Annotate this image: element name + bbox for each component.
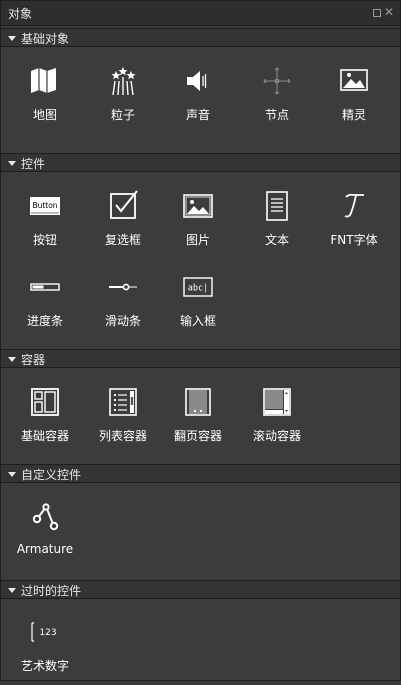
text-document-icon <box>260 189 294 223</box>
object-item-node[interactable]: 节点 <box>238 64 316 134</box>
widget-item-fnt-font[interactable]: FNT字体 <box>315 189 393 259</box>
widget-item-slider[interactable]: 滑动条 <box>84 270 162 340</box>
pageview-icon <box>181 385 215 419</box>
restore-icon[interactable] <box>373 9 381 17</box>
atlas-number-icon: 123 <box>28 615 62 649</box>
collapse-triangle-icon <box>8 472 16 477</box>
section-header-deprecated-widgets[interactable]: 过时的控件 <box>1 580 400 599</box>
object-item-audio[interactable]: 声音 <box>159 64 237 134</box>
scrollview-icon <box>260 385 294 419</box>
item-label: 滚动容器 <box>252 429 301 443</box>
container-item-panel[interactable]: 基础容器 <box>6 385 84 455</box>
widget-item-text[interactable]: 文本 <box>238 189 316 259</box>
item-label: 输入框 <box>179 314 216 328</box>
font-t-icon <box>337 189 371 223</box>
section-header-basic-objects[interactable]: 基础对象 <box>1 28 400 47</box>
atlas-icon-text: 123 <box>39 628 56 638</box>
widget-item-image[interactable]: 图片 <box>159 189 237 259</box>
section-title: 控件 <box>21 157 46 171</box>
container-item-scrollview[interactable]: 滚动容器 <box>238 385 316 455</box>
panel-titlebar: 对象 ✕ <box>1 1 400 26</box>
listview-icon <box>106 385 140 419</box>
progressbar-icon <box>28 270 62 304</box>
sprite-image-icon <box>337 64 371 98</box>
object-item-tilemap[interactable]: 地图 <box>6 64 84 134</box>
speaker-icon <box>181 64 215 98</box>
deprecated-item-labelatlas[interactable]: 123 艺术数字 <box>6 615 84 685</box>
armature-bone-icon <box>28 500 62 534</box>
item-label: 翻页容器 <box>173 429 222 443</box>
item-label: Armature <box>16 542 74 556</box>
item-label: 地图 <box>32 108 57 122</box>
widget-item-button[interactable]: Button 按钮 <box>6 189 84 259</box>
section-title: 过时的控件 <box>21 584 82 598</box>
collapse-triangle-icon <box>8 161 16 166</box>
item-label: 按钮 <box>32 233 57 247</box>
section-header-containers[interactable]: 容器 <box>1 349 400 368</box>
item-label: 声音 <box>185 108 210 122</box>
button-icon-text: Button <box>32 201 57 210</box>
panel-title: 对象 <box>8 7 33 21</box>
collapse-triangle-icon <box>8 36 16 41</box>
item-label: FNT字体 <box>330 233 378 247</box>
widget-item-checkbox[interactable]: 复选框 <box>84 189 162 259</box>
container-item-listview[interactable]: 列表容器 <box>84 385 162 455</box>
panel-layout-icon <box>28 385 62 419</box>
section-header-widgets[interactable]: 控件 <box>1 153 400 172</box>
item-label: 进度条 <box>26 314 63 328</box>
object-panel: 对象 ✕ 基础对象 地图 粒子 声音 节点 精灵 控件 Button 按钮 复选… <box>0 0 401 681</box>
custom-item-armature[interactable]: Armature <box>6 500 84 570</box>
image-icon <box>181 189 215 223</box>
collapse-triangle-icon <box>8 357 16 362</box>
widget-item-progressbar[interactable]: 进度条 <box>6 270 84 340</box>
item-label: 艺术数字 <box>20 659 69 673</box>
collapse-triangle-icon <box>8 588 16 593</box>
container-item-pageview[interactable]: 翻页容器 <box>159 385 237 455</box>
checkbox-icon <box>106 189 140 223</box>
item-label: 基础容器 <box>20 429 69 443</box>
particle-icon <box>106 64 140 98</box>
close-icon[interactable]: ✕ <box>384 5 394 19</box>
button-icon: Button <box>28 189 62 223</box>
node-crosshair-icon <box>260 64 294 98</box>
item-label: 图片 <box>185 233 210 247</box>
slider-icon <box>106 270 140 304</box>
section-title: 自定义控件 <box>21 468 82 482</box>
section-header-custom-widgets[interactable]: 自定义控件 <box>1 464 400 483</box>
section-title: 基础对象 <box>21 32 70 46</box>
section-title: 容器 <box>21 353 46 367</box>
object-item-particle[interactable]: 粒子 <box>84 64 162 134</box>
input-icon-text: abc| <box>188 284 208 294</box>
map-icon <box>28 64 62 98</box>
widget-item-textfield[interactable]: abc| 输入框 <box>159 270 237 340</box>
object-item-sprite[interactable]: 精灵 <box>315 64 393 134</box>
item-label: 精灵 <box>341 108 366 122</box>
input-field-icon: abc| <box>181 270 215 304</box>
